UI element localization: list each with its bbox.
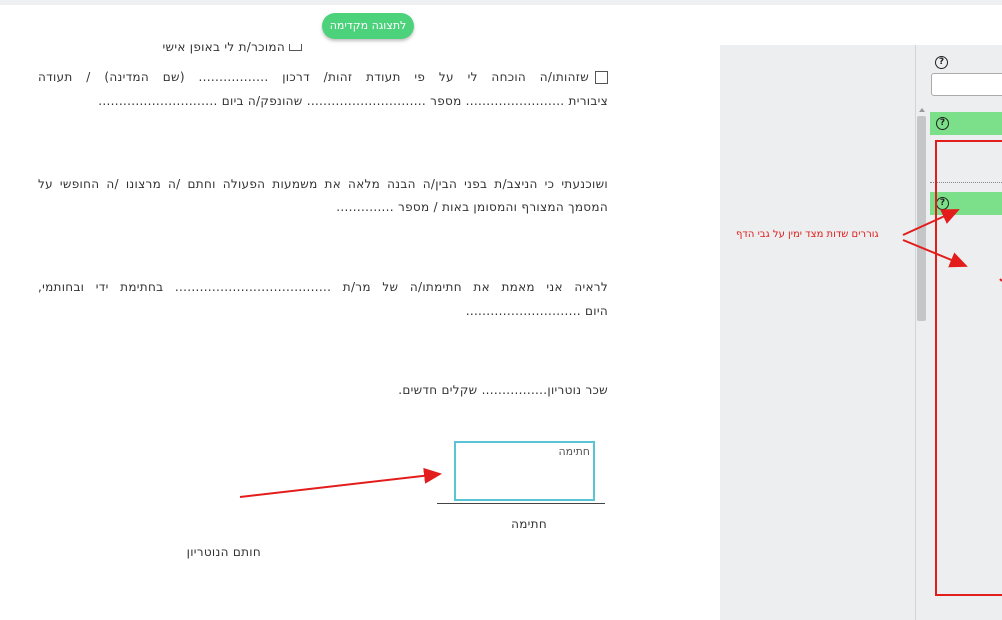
attest-line-2: היום ............................ [465, 304, 608, 318]
field-item-green[interactable]: ? [930, 112, 1002, 135]
panel-text-input[interactable] [931, 73, 1002, 96]
scroll-up-arrow-icon[interactable] [919, 108, 925, 112]
notary-stamp-label: חותם הנוטריון [186, 545, 261, 559]
signature-field-label: חתימה [558, 445, 590, 458]
checkbox-icon[interactable] [289, 44, 302, 51]
help-circle-icon[interactable]: ? [936, 117, 949, 130]
convinced-line-1: ושוכנעתי כי הניצב/ת בפני הבין/ה הבנה מלא… [38, 177, 608, 191]
personally-known-line: המוכר/ת לי באופן אישי [163, 40, 302, 54]
identity-line-1: שזהותו/ה הוכחה לי על פי תעודת זהות/ דרכו… [38, 70, 608, 84]
attest-line-1: לראיה אני מאמת את חתימתו/ה של מר/ת .....… [38, 280, 608, 294]
annotation-text: גוררים שדות מצד ימין על גבי הדף [736, 229, 879, 240]
preview-button[interactable]: לתצוגה מקדימה [322, 13, 414, 39]
annotation-highlight-rect [935, 140, 1002, 596]
signature-field-box[interactable]: חתימה [454, 441, 595, 501]
fee-line: שכר נוטריון................ שקלים חדשים. [398, 383, 608, 397]
scrollbar-thumb[interactable] [917, 116, 926, 321]
help-circle-icon[interactable]: ? [935, 56, 948, 69]
document-page: לתצוגה מקדימה המוכר/ת לי באופן אישי שזהו… [0, 0, 720, 620]
signature-caption: חתימה [511, 517, 547, 531]
identity-line-2: ציבורית ........................ מספר ..… [98, 94, 608, 108]
convinced-line-2: המסמך המצורף והמסומן באות / מספר .......… [336, 200, 608, 214]
identity-text-1: שזהותו/ה הוכחה לי על פי תעודת זהות/ דרכו… [38, 70, 589, 84]
signature-line [437, 503, 605, 504]
panel-scrollbar[interactable] [917, 108, 927, 620]
panel-divider [915, 45, 916, 620]
checkbox-icon[interactable] [595, 71, 608, 84]
personally-known-text: המוכר/ת לי באופן אישי [162, 40, 285, 54]
